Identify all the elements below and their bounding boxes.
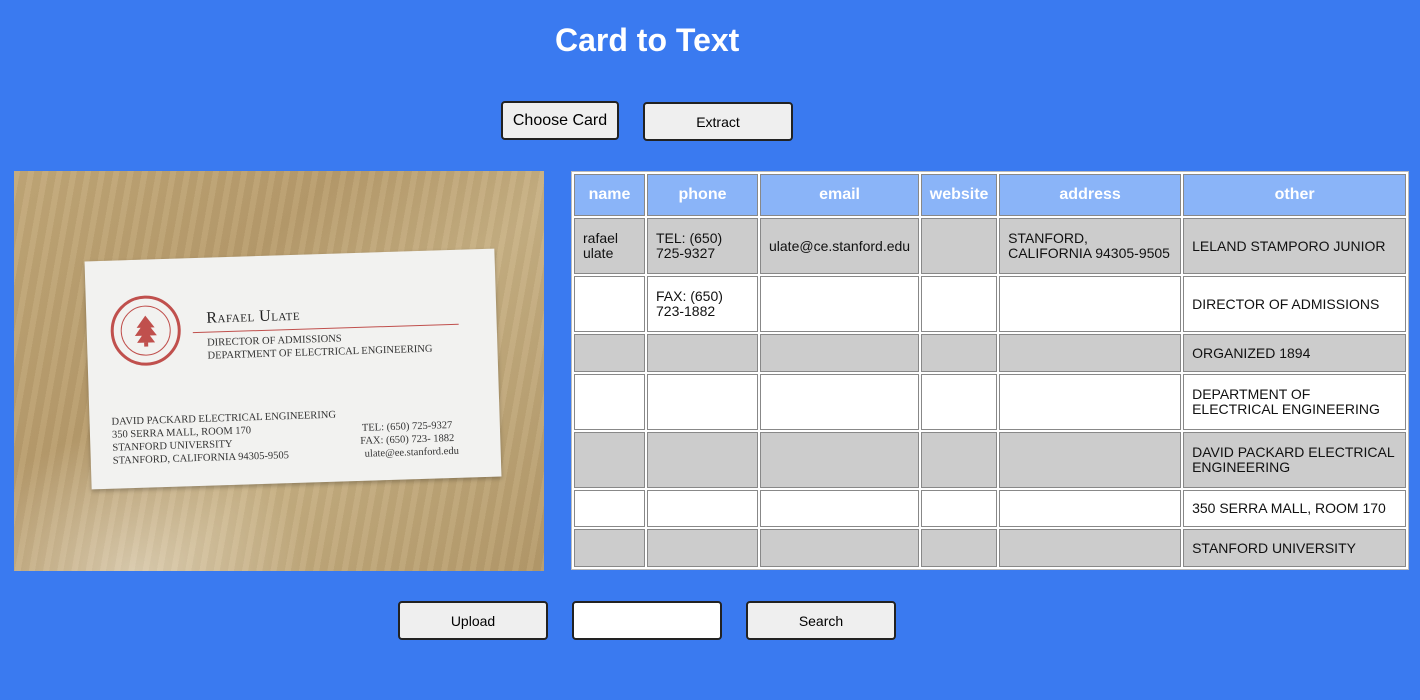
university-seal-icon <box>109 294 182 367</box>
column-header-address: address <box>999 174 1182 216</box>
table-header-row: name phone email website address other <box>574 174 1407 216</box>
table-row: rafael ulate TEL: (650) 725-9327 ulate@c… <box>574 218 1407 274</box>
cell-other: 350 SERRA MALL, ROOM 170 <box>1183 490 1407 527</box>
cell-address <box>999 529 1182 567</box>
cell-address <box>999 432 1182 488</box>
table-row: 350 SERRA MALL, ROOM 170 <box>574 490 1407 527</box>
cell-website <box>921 529 998 567</box>
cell-email: ulate@ce.stanford.edu <box>760 218 920 274</box>
cell-address <box>999 490 1182 527</box>
card-name: Rafael Ulate <box>206 306 301 327</box>
table-row: DEPARTMENT OF ELECTRICAL ENGINEERING <box>574 374 1407 430</box>
cell-email <box>760 276 920 332</box>
business-card: Rafael Ulate DIRECTOR OF ADMISSIONS DEPA… <box>84 248 502 490</box>
card-email: ulate@ee.stanford.edu <box>364 445 460 460</box>
cell-name <box>574 374 645 430</box>
table-row: DAVID PACKARD ELECTRICAL ENGINEERING <box>574 432 1407 488</box>
cell-name <box>574 529 645 567</box>
cell-address <box>999 334 1182 372</box>
cell-website <box>921 276 998 332</box>
cell-email <box>760 490 920 527</box>
column-header-name: name <box>574 174 645 216</box>
cell-email <box>760 374 920 430</box>
cell-phone <box>647 490 758 527</box>
cell-phone <box>647 334 758 372</box>
cell-website <box>921 432 998 488</box>
page-title: Card to Text <box>555 22 740 58</box>
cell-phone: FAX: (650) 723-1882 <box>647 276 758 332</box>
cell-other: DAVID PACKARD ELECTRICAL ENGINEERING <box>1183 432 1407 488</box>
column-header-phone: phone <box>647 174 758 216</box>
card-fax: FAX: (650) 723- 1882 <box>360 432 455 447</box>
cell-other: DIRECTOR OF ADMISSIONS <box>1183 276 1407 332</box>
cell-website <box>921 374 998 430</box>
cell-website <box>921 490 998 527</box>
card-address-line: DAVID PACKARD ELECTRICAL ENGINEERING <box>111 409 337 428</box>
card-image: Rafael Ulate DIRECTOR OF ADMISSIONS DEPA… <box>14 171 544 571</box>
cell-email <box>760 432 920 488</box>
cell-name <box>574 334 645 372</box>
table-row: FAX: (650) 723-1882 DIRECTOR OF ADMISSIO… <box>574 276 1407 332</box>
cell-phone <box>647 529 758 567</box>
results-table: name phone email website address other r… <box>571 171 1410 570</box>
cell-email <box>760 529 920 567</box>
cell-address <box>999 374 1182 430</box>
search-button[interactable]: Search <box>746 601 896 640</box>
cell-name <box>574 490 645 527</box>
cell-name <box>574 432 645 488</box>
cell-other: LELAND STAMPORO JUNIOR <box>1183 218 1407 274</box>
table-row: STANFORD UNIVERSITY <box>574 529 1407 567</box>
column-header-website: website <box>921 174 998 216</box>
table-row: ORGANIZED 1894 <box>574 334 1407 372</box>
cell-name <box>574 276 645 332</box>
choose-card-button[interactable]: Choose Card <box>501 101 619 140</box>
cell-address <box>999 276 1182 332</box>
cell-other: ORGANIZED 1894 <box>1183 334 1407 372</box>
cell-phone <box>647 374 758 430</box>
cell-address: STANFORD, CALIFORNIA 94305-9505 <box>999 218 1182 274</box>
cell-other: DEPARTMENT OF ELECTRICAL ENGINEERING <box>1183 374 1407 430</box>
column-header-email: email <box>760 174 920 216</box>
cell-email <box>760 334 920 372</box>
card-tel: TEL: (650) 725-9327 <box>361 420 453 434</box>
cell-website <box>921 334 998 372</box>
cell-phone: TEL: (650) 725-9327 <box>647 218 758 274</box>
cell-website <box>921 218 998 274</box>
extract-button[interactable]: Extract <box>643 102 793 141</box>
cell-other: STANFORD UNIVERSITY <box>1183 529 1407 567</box>
cell-phone <box>647 432 758 488</box>
cell-name: rafael ulate <box>574 218 645 274</box>
app-page: Card to Text Choose Card Extract Rafael … <box>0 0 1420 700</box>
upload-button[interactable]: Upload <box>398 601 548 640</box>
column-header-other: other <box>1183 174 1407 216</box>
search-input[interactable] <box>572 601 722 640</box>
